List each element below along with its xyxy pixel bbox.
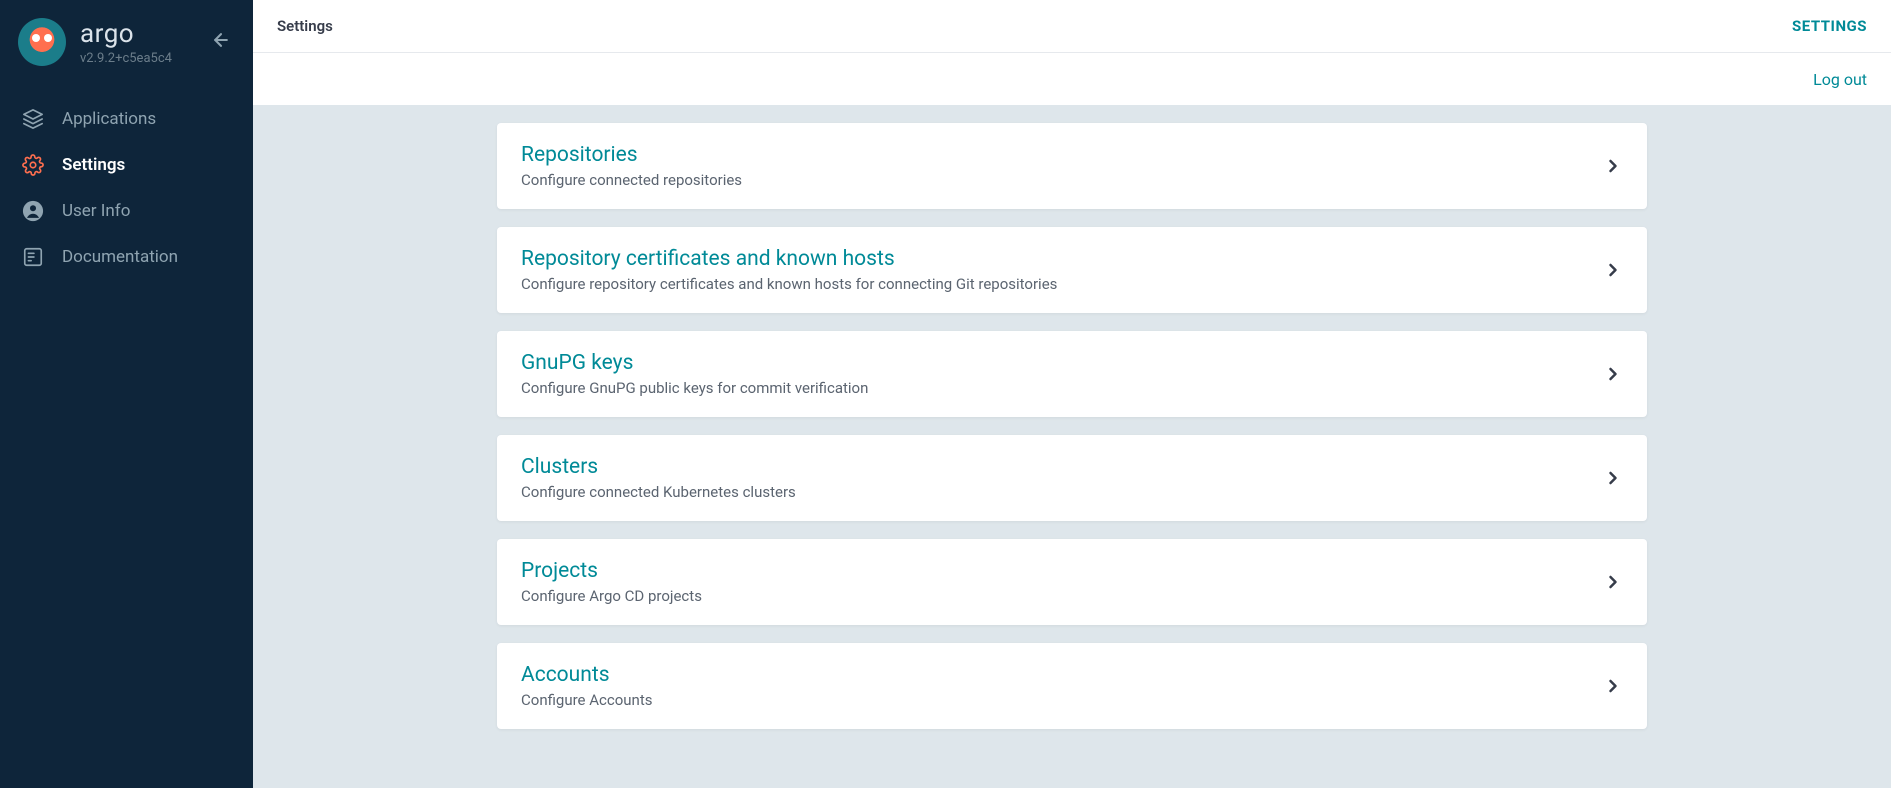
sidebar-item-label: Applications	[62, 109, 156, 129]
user-icon	[22, 200, 44, 222]
card-projects[interactable]: Projects Configure Argo CD projects	[497, 539, 1647, 625]
card-description: Configure GnuPG public keys for commit v…	[521, 379, 868, 397]
card-text: Projects Configure Argo CD projects	[521, 559, 702, 605]
card-text: GnuPG keys Configure GnuPG public keys f…	[521, 351, 868, 397]
argo-logo	[18, 18, 66, 66]
sidebar-item-label: Documentation	[62, 247, 178, 267]
card-title: Repositories	[521, 143, 742, 167]
card-clusters[interactable]: Clusters Configure connected Kubernetes …	[497, 435, 1647, 521]
card-description: Configure repository certificates and kn…	[521, 275, 1057, 293]
chevron-right-icon	[1603, 572, 1623, 592]
topbar: Settings SETTINGS	[253, 0, 1891, 53]
chevron-right-icon	[1603, 364, 1623, 384]
page-context-label: SETTINGS	[1792, 17, 1867, 35]
arrow-left-icon	[211, 30, 231, 50]
card-text: Repository certificates and known hosts …	[521, 247, 1057, 293]
main: Settings SETTINGS Log out Repositories C…	[253, 0, 1891, 788]
chevron-right-icon	[1603, 156, 1623, 176]
card-text: Clusters Configure connected Kubernetes …	[521, 455, 796, 501]
card-title: Clusters	[521, 455, 796, 479]
logout-link[interactable]: Log out	[1813, 70, 1867, 89]
card-repositories[interactable]: Repositories Configure connected reposit…	[497, 123, 1647, 209]
card-accounts[interactable]: Accounts Configure Accounts	[497, 643, 1647, 729]
breadcrumb: Settings	[277, 17, 333, 35]
chevron-right-icon	[1603, 468, 1623, 488]
card-title: Accounts	[521, 663, 652, 687]
subbar: Log out	[253, 53, 1891, 105]
collapse-sidebar-button[interactable]	[207, 26, 235, 54]
sidebar-item-user-info[interactable]: User Info	[0, 188, 253, 234]
sidebar-item-label: User Info	[62, 201, 130, 221]
layers-icon	[22, 108, 44, 130]
brand-name: argo	[80, 19, 172, 49]
card-description: Configure connected Kubernetes clusters	[521, 483, 796, 501]
settings-cards: Repositories Configure connected reposit…	[497, 123, 1647, 788]
card-title: Projects	[521, 559, 702, 583]
card-repository-certificates[interactable]: Repository certificates and known hosts …	[497, 227, 1647, 313]
card-description: Configure connected repositories	[521, 171, 742, 189]
card-gnupg-keys[interactable]: GnuPG keys Configure GnuPG public keys f…	[497, 331, 1647, 417]
sidebar: argo v2.9.2+c5ea5c4 Applications Setting…	[0, 0, 253, 788]
sidebar-header: argo v2.9.2+c5ea5c4	[0, 18, 253, 84]
card-title: Repository certificates and known hosts	[521, 247, 1057, 271]
gear-icon	[22, 154, 44, 176]
sidebar-item-applications[interactable]: Applications	[0, 96, 253, 142]
card-description: Configure Accounts	[521, 691, 652, 709]
card-title: GnuPG keys	[521, 351, 868, 375]
card-description: Configure Argo CD projects	[521, 587, 702, 605]
brand-text: argo v2.9.2+c5ea5c4	[80, 19, 172, 66]
book-icon	[22, 246, 44, 268]
sidebar-item-settings[interactable]: Settings	[0, 142, 253, 188]
card-text: Repositories Configure connected reposit…	[521, 143, 742, 189]
sidebar-nav: Applications Settings User Info Document…	[0, 96, 253, 280]
chevron-right-icon	[1603, 260, 1623, 280]
chevron-right-icon	[1603, 676, 1623, 696]
sidebar-item-documentation[interactable]: Documentation	[0, 234, 253, 280]
card-text: Accounts Configure Accounts	[521, 663, 652, 709]
sidebar-item-label: Settings	[62, 155, 125, 175]
brand-version: v2.9.2+c5ea5c4	[80, 51, 172, 66]
content: Repositories Configure connected reposit…	[253, 105, 1891, 788]
